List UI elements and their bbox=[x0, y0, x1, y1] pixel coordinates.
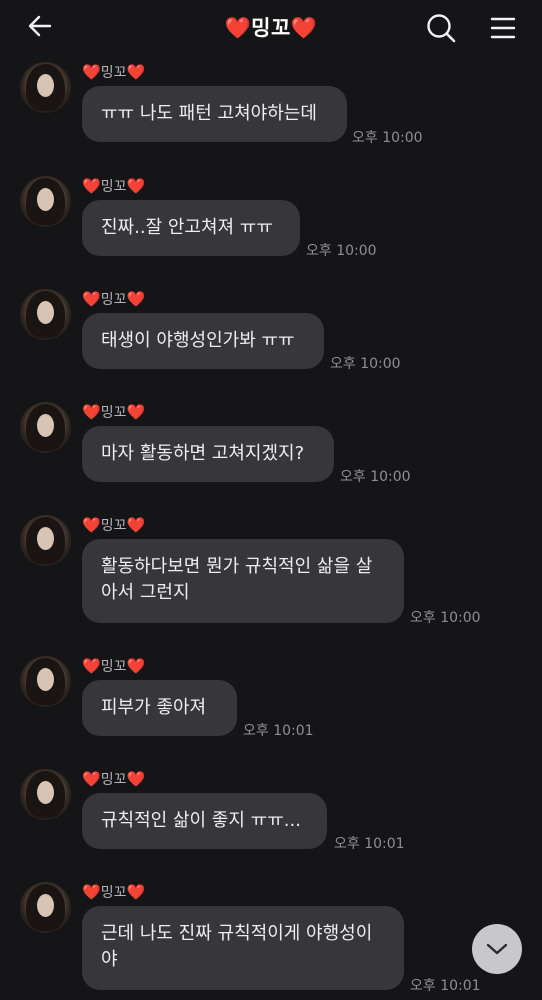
message-bubble[interactable]: 마자 활동하면 고쳐지겠지? bbox=[82, 426, 334, 482]
message-text: 태생이 야행성인가봐 ㅠㅠ bbox=[101, 330, 295, 351]
avatar[interactable] bbox=[20, 656, 71, 707]
scroll-to-bottom-button[interactable] bbox=[472, 924, 522, 974]
heart-icon: ❤️ bbox=[82, 770, 101, 788]
sender-name-text: 밍꼬 bbox=[100, 179, 127, 195]
message-time: 오후 10:00 bbox=[340, 469, 411, 485]
chevron-down-icon bbox=[486, 943, 508, 955]
message-text: 마자 활동하면 고쳐지겠지? bbox=[101, 443, 305, 464]
chat-header: ❤️밍꼬❤️ bbox=[0, 0, 542, 54]
heart-icon: ❤️ bbox=[126, 770, 146, 788]
avatar[interactable] bbox=[20, 769, 71, 820]
hamburger-menu-icon bbox=[490, 17, 516, 39]
sender-name-text: 밍꼬 bbox=[100, 772, 127, 788]
heart-icon: ❤️ bbox=[126, 63, 146, 81]
message-text-line: 야 bbox=[101, 949, 118, 970]
message-bubble[interactable]: 태생이 야행성인가봐 ㅠㅠ bbox=[82, 313, 324, 369]
message-time: 오후 10:00 bbox=[330, 356, 401, 372]
sender-name: ❤️밍꼬❤️ bbox=[82, 176, 145, 196]
avatar[interactable] bbox=[20, 289, 71, 340]
message-bubble[interactable]: ㅠㅠ 나도 패턴 고쳐야하는데 bbox=[82, 86, 347, 142]
message-bubble[interactable]: 활동하다보면 뭔가 규칙적인 삶을 살아서 그런지 bbox=[82, 539, 404, 623]
heart-icon: ❤️ bbox=[290, 16, 318, 40]
message-time: 오후 10:01 bbox=[410, 978, 481, 994]
heart-icon: ❤️ bbox=[82, 883, 101, 901]
heart-icon: ❤️ bbox=[126, 290, 146, 308]
sender-name: ❤️밍꼬❤️ bbox=[82, 515, 145, 535]
avatar[interactable] bbox=[20, 882, 71, 933]
sender-name: ❤️밍꼬❤️ bbox=[82, 656, 145, 676]
heart-icon: ❤️ bbox=[82, 290, 101, 308]
sender-name-text: 밍꼬 bbox=[100, 405, 127, 421]
sender-name-text: 밍꼬 bbox=[100, 659, 127, 675]
message-text: ㅠㅠ 나도 패턴 고쳐야하는데 bbox=[101, 103, 317, 124]
chat-title: ❤️밍꼬❤️ bbox=[0, 12, 542, 42]
sender-name: ❤️밍꼬❤️ bbox=[82, 62, 145, 82]
sender-name: ❤️밍꼬❤️ bbox=[82, 882, 145, 902]
avatar[interactable] bbox=[20, 402, 71, 453]
heart-icon: ❤️ bbox=[126, 403, 146, 421]
heart-icon: ❤️ bbox=[224, 16, 252, 40]
sender-name-text: 밍꼬 bbox=[100, 292, 127, 308]
heart-icon: ❤️ bbox=[82, 403, 101, 421]
message-time: 오후 10:00 bbox=[306, 243, 377, 259]
avatar[interactable] bbox=[20, 176, 71, 227]
message-time: 오후 10:00 bbox=[352, 130, 423, 146]
heart-icon: ❤️ bbox=[126, 883, 146, 901]
menu-button[interactable] bbox=[484, 9, 522, 47]
heart-icon: ❤️ bbox=[82, 516, 101, 534]
message-list[interactable]: ❤️밍꼬❤️ ㅠㅠ 나도 패턴 고쳐야하는데 오후 10:00 ❤️밍꼬❤️ 진… bbox=[0, 54, 542, 1000]
sender-name-text: 밍꼬 bbox=[100, 65, 127, 81]
sender-name: ❤️밍꼬❤️ bbox=[82, 769, 145, 789]
sender-name-text: 밍꼬 bbox=[100, 518, 127, 534]
message-time: 오후 10:01 bbox=[243, 723, 314, 739]
message-text-line: 활동하다보면 뭔가 규칙적인 삶을 살 bbox=[101, 556, 373, 577]
heart-icon: ❤️ bbox=[126, 657, 146, 675]
sender-name: ❤️밍꼬❤️ bbox=[82, 402, 145, 422]
avatar[interactable] bbox=[20, 62, 71, 113]
message-text-line: 아서 그런지 bbox=[101, 582, 190, 603]
message-text: 피부가 좋아져 bbox=[101, 697, 207, 718]
message-bubble[interactable]: 피부가 좋아져 bbox=[82, 680, 237, 736]
message-text: 규칙적인 삶이 좋지 ㅠㅠ... bbox=[101, 810, 301, 831]
message-bubble[interactable]: 근데 나도 진짜 규칙적이게 야행성이야 bbox=[82, 906, 404, 990]
heart-icon: ❤️ bbox=[82, 177, 101, 195]
heart-icon: ❤️ bbox=[126, 177, 146, 195]
avatar[interactable] bbox=[20, 515, 71, 566]
message-time: 오후 10:00 bbox=[410, 610, 481, 626]
sender-name-text: 밍꼬 bbox=[100, 885, 127, 901]
message-bubble[interactable]: 규칙적인 삶이 좋지 ㅠㅠ... bbox=[82, 793, 327, 849]
sender-name: ❤️밍꼬❤️ bbox=[82, 289, 145, 309]
search-button[interactable] bbox=[422, 9, 460, 47]
message-bubble[interactable]: 진짜..잘 안고쳐져 ㅠㅠ bbox=[82, 200, 300, 256]
message-text-line: 근데 나도 진짜 규칙적이게 야행성이 bbox=[101, 923, 373, 944]
message-time: 오후 10:01 bbox=[334, 836, 405, 852]
message-text: 진짜..잘 안고쳐져 ㅠㅠ bbox=[101, 217, 273, 238]
heart-icon: ❤️ bbox=[82, 657, 101, 675]
heart-icon: ❤️ bbox=[82, 63, 101, 81]
heart-icon: ❤️ bbox=[126, 516, 146, 534]
chat-title-name: 밍꼬 bbox=[251, 16, 291, 40]
search-icon bbox=[427, 14, 456, 43]
